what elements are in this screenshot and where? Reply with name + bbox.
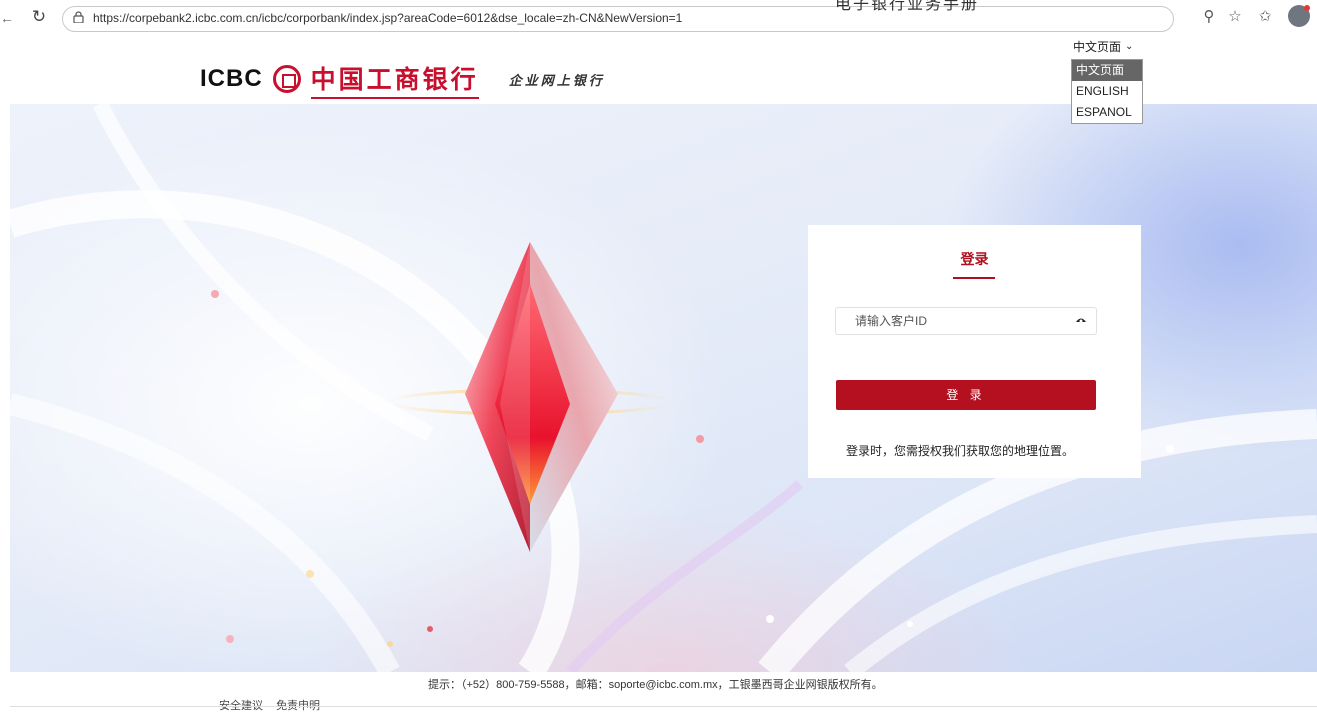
- login-button[interactable]: 登 录: [836, 380, 1096, 410]
- login-tab-title[interactable]: 登录: [808, 249, 1141, 269]
- notification-dot: [1304, 5, 1310, 11]
- back-arrow-icon[interactable]: ←: [0, 10, 14, 26]
- login-card: 登录 请输入客户ID 登 录 登录时，您需授权我们获取您的地理位置。: [808, 225, 1141, 478]
- language-selected: 中文页面: [1073, 39, 1122, 54]
- language-option-zh[interactable]: 中文页面: [1072, 60, 1142, 81]
- customer-id-input[interactable]: 请输入客户ID: [835, 307, 1097, 335]
- customer-id-placeholder: 请输入客户ID: [855, 314, 928, 328]
- language-option-en[interactable]: ENGLISH: [1072, 81, 1142, 102]
- browser-toolbar: ← ↻ https://corpebank2.icbc.com.cn/icbc/…: [0, 0, 1317, 36]
- clipped-overlay-text: 电子银行业务手册: [835, 0, 980, 13]
- language-option-es[interactable]: ESPANOL: [1072, 102, 1142, 123]
- icbc-logo: ICBC 中国工商银行 企业网上银行: [200, 60, 605, 99]
- eye-icon[interactable]: [1076, 317, 1086, 323]
- geolocation-note: 登录时，您需授权我们获取您的地理位置。: [846, 444, 1075, 458]
- profile-avatar[interactable]: [1288, 5, 1310, 27]
- zoom-icon[interactable]: ⚲: [1198, 6, 1220, 28]
- reload-icon[interactable]: ↻: [30, 8, 48, 26]
- favorites-list-icon[interactable]: ✩: [1254, 6, 1276, 28]
- footer-contact-tip: 提示：（+52）800-759-5588，邮箱：soporte@icbc.com…: [428, 679, 883, 691]
- address-url[interactable]: https://corpebank2.icbc.com.cn/icbc/corp…: [93, 11, 682, 25]
- login-tab-underline: [953, 277, 995, 279]
- icbc-seal-icon: [272, 65, 301, 93]
- footer-links: 安全建议 免责申明: [219, 697, 330, 713]
- favorite-star-icon[interactable]: ☆: [1224, 6, 1246, 28]
- chevron-down-icon: ⌄: [1125, 40, 1134, 52]
- logo-subtitle: 企业网上银行: [508, 72, 605, 88]
- language-select[interactable]: 中文页面 ⌄: [1073, 37, 1133, 55]
- address-bar[interactable]: https://corpebank2.icbc.com.cn/icbc/corp…: [62, 6, 1174, 32]
- logo-chinese-text: 中国工商银行: [310, 60, 479, 99]
- logo-latin-text: ICBC: [200, 65, 263, 92]
- lock-icon: [73, 11, 84, 23]
- language-dropdown-menu: 中文页面 ENGLISH ESPANOL: [1071, 59, 1143, 124]
